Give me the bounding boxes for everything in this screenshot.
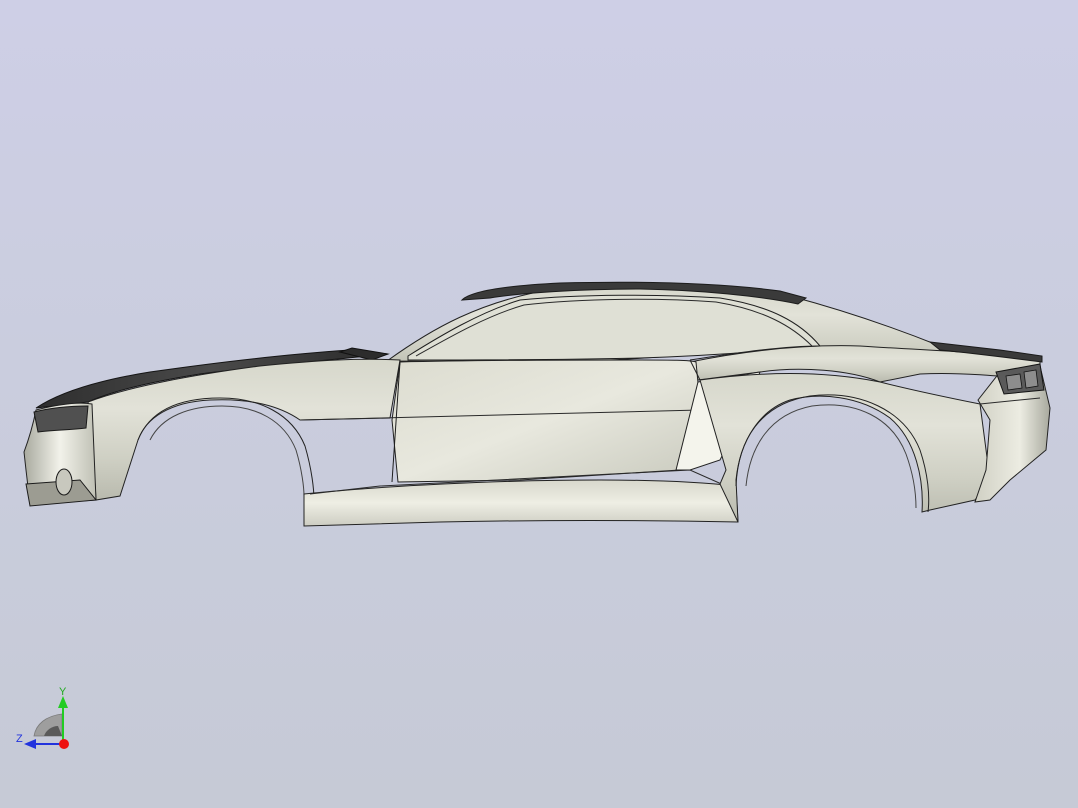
front-wheel-arch <box>137 397 315 501</box>
triad-y-label: Y <box>59 686 67 698</box>
tail-light-lens-2 <box>1023 369 1039 389</box>
triad-z-arrow <box>24 739 36 749</box>
tail-light-lens-1 <box>1005 373 1023 391</box>
triad-z-label: Z <box>16 733 23 745</box>
triad-x-axis-dot <box>59 739 69 749</box>
coordinate-triad: Y Z <box>10 684 80 754</box>
front-grille-opening <box>33 405 89 433</box>
rear-wheel-arch-lip <box>745 404 917 509</box>
door-panel <box>391 359 701 483</box>
fog-light-opening <box>55 468 73 496</box>
front-wheel-arch-lip <box>149 405 305 497</box>
3d-viewport[interactable]: Y Z <box>0 0 1078 808</box>
car-body-model[interactable] <box>0 0 1078 808</box>
